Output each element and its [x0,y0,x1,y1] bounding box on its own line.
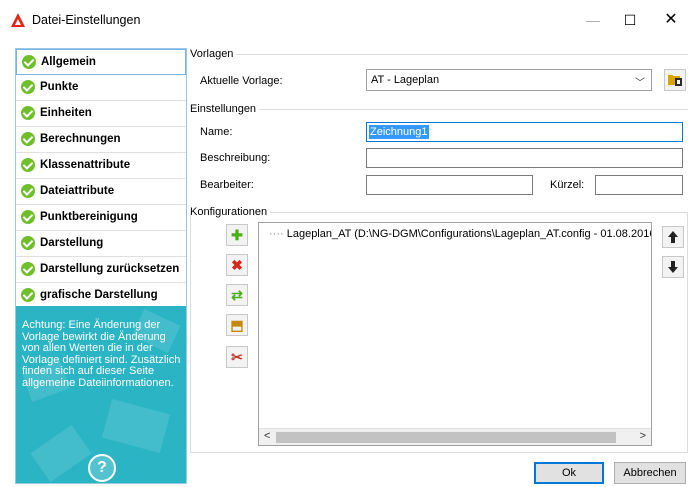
abbreviation-input[interactable] [595,175,683,195]
template-select[interactable]: AT - Lageplan ﹀ [366,69,652,91]
main-panel: Vorlagen Aktuelle Vorlage: AT - Lageplan… [190,48,688,453]
section-divider [190,54,688,55]
delete-config-button[interactable]: ✖ [226,254,248,276]
load-config-icon: ⬒ [230,317,244,333]
map-decoration [30,424,92,483]
sidebar-item-label: Klassenattribute [40,159,131,171]
chevron-down-icon: ﹀ [635,78,645,89]
info-note: Achtung: Eine Änderung der Vorlage bewir… [22,319,181,389]
sidebar-item-label: Dateiattribute [40,185,115,197]
arrow-up-icon [668,231,678,243]
check-icon [21,132,35,146]
editor-input[interactable] [366,175,533,195]
tree-row-label: Lageplan_AT (D:\NG-DGM\Configurations\La… [286,228,652,240]
ok-button[interactable]: Ok [534,462,604,484]
sidebar-item-berechnungen[interactable]: Berechnungen [16,127,186,153]
cancel-button[interactable]: Abbrechen [614,462,686,484]
sidebar-item-punktbereinigung[interactable]: Punktbereinigung [16,205,186,231]
delete-icon: ✖ [231,257,243,273]
sidebar-item-label: Allgemein [41,56,96,68]
window-title: Datei-Einstellungen [32,13,141,27]
sidebar-item-label: Punktbereinigung [40,211,138,223]
name-input-value: Zeichnung1 [369,125,429,139]
sidebar-item-einheiten[interactable]: Einheiten [16,101,186,127]
app-logo-icon [11,13,25,27]
unlink-config-button[interactable]: ✂ [226,346,248,368]
load-config-button[interactable]: ⬒ [226,314,248,336]
add-icon: ✚ [231,227,243,243]
sidebar-item-allgemein[interactable]: Allgemein [16,49,186,75]
description-label: Beschreibung: [200,152,271,164]
scroll-left-button[interactable]: < [264,430,270,442]
minimize-button[interactable]: — [578,8,608,32]
sidebar-item-darstellung[interactable]: Darstellung [16,231,186,257]
sidebar-item-klassenattribute[interactable]: Klassenattribute [16,153,186,179]
remove-link-icon: ✂ [231,349,243,365]
section-title-einstellungen: Einstellungen [190,103,260,115]
sidebar-item-label: Einheiten [40,107,92,119]
maximize-button[interactable]: ☐ [615,8,645,32]
help-button[interactable]: ? [88,454,116,482]
name-label: Name: [200,126,233,138]
horizontal-scrollbar[interactable]: < > [259,428,651,445]
check-icon [21,262,35,276]
move-up-button[interactable] [662,226,684,248]
info-panel: Achtung: Eine Änderung der Vorlage bewir… [16,306,186,483]
section-divider [190,109,688,110]
sidebar: Allgemein Punkte Einheiten Berechnungen … [15,48,187,484]
section-border-right [687,212,688,453]
abbreviation-label: Kürzel: [550,179,585,191]
check-icon [21,106,35,120]
refresh-icon: ⇄ [231,287,243,303]
sidebar-item-punkte[interactable]: Punkte [16,75,186,101]
section-border-left [190,212,191,453]
editor-label: Bearbeiter: [200,179,254,191]
sidebar-item-label: Darstellung [40,237,104,249]
check-icon [21,210,35,224]
arrow-down-icon [668,261,678,273]
check-icon [21,158,35,172]
close-button[interactable]: ✕ [656,8,686,32]
refresh-config-button[interactable]: ⇄ [226,284,248,306]
check-icon [22,55,36,69]
scroll-right-button[interactable]: > [640,430,646,442]
title-bar: Datei-Einstellungen — ☐ ✕ [0,0,693,40]
map-decoration [101,398,171,454]
section-border-bottom [190,452,688,453]
tree-connector: ···· [269,228,284,240]
add-config-button[interactable]: ✚ [226,224,248,246]
section-title-konfigurationen: Konfigurationen [190,206,271,218]
current-template-label: Aktuelle Vorlage: [200,75,283,87]
tree-row[interactable]: ···· Lageplan_AT (D:\NG-DGM\Configuratio… [269,228,652,240]
check-icon [21,80,35,94]
sidebar-item-label: Berechnungen [40,133,121,145]
sidebar-item-dateiattribute[interactable]: Dateiattribute [16,179,186,205]
sidebar-item-label: Darstellung zurücksetzen [40,263,180,275]
check-icon [21,236,35,250]
check-icon [21,288,35,302]
sidebar-item-label: grafische Darstellung [40,289,158,301]
template-load-button[interactable] [664,69,686,91]
sidebar-item-label: Punkte [40,81,79,93]
folder-config-icon [668,75,682,86]
section-title-vorlagen: Vorlagen [190,48,237,60]
name-input[interactable]: Zeichnung1 [366,122,683,142]
move-down-button[interactable] [662,256,684,278]
description-input[interactable] [366,148,683,168]
check-icon [21,184,35,198]
config-tree[interactable]: ···· Lageplan_AT (D:\NG-DGM\Configuratio… [258,222,652,446]
sidebar-item-darstellung-zuruecksetzen[interactable]: Darstellung zurücksetzen [16,257,186,283]
scroll-thumb[interactable] [276,432,616,443]
template-select-value: AT - Lageplan [371,74,440,86]
